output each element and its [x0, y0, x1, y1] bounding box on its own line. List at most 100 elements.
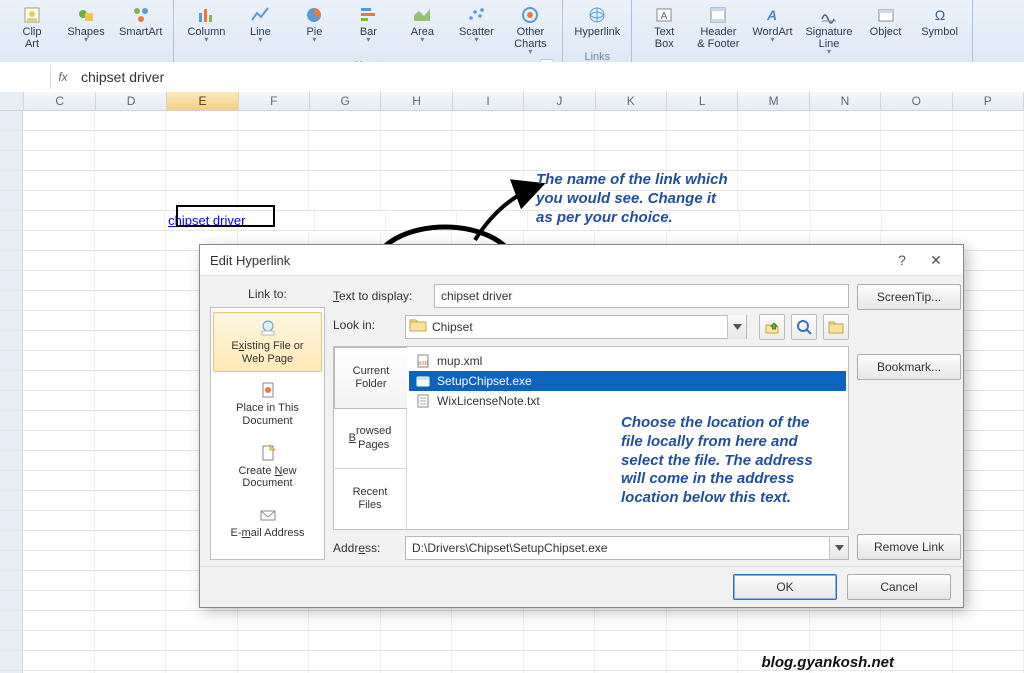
cell[interactable]: [738, 611, 809, 630]
formula-input[interactable]: chipset driver: [75, 62, 1024, 92]
cell[interactable]: [667, 171, 738, 190]
cell[interactable]: [95, 451, 166, 470]
cell[interactable]: [524, 651, 595, 670]
cell[interactable]: [23, 231, 94, 250]
cell[interactable]: [738, 171, 809, 190]
cell[interactable]: [166, 131, 237, 150]
cell[interactable]: [953, 151, 1024, 170]
cell[interactable]: [238, 191, 309, 210]
cell[interactable]: [23, 511, 94, 530]
cell[interactable]: [238, 631, 309, 650]
cell[interactable]: [23, 351, 94, 370]
cell[interactable]: [595, 111, 666, 130]
wordart-button[interactable]: AWordArt▾: [746, 2, 798, 46]
cell[interactable]: [953, 111, 1024, 130]
hyperlink-button[interactable]: Hyperlink: [569, 2, 625, 49]
cell[interactable]: [881, 191, 952, 210]
cell[interactable]: [309, 131, 380, 150]
row-header[interactable]: [0, 431, 23, 450]
cell[interactable]: [309, 111, 380, 130]
cell[interactable]: [238, 651, 309, 670]
cell[interactable]: [452, 631, 523, 650]
cell[interactable]: [23, 491, 94, 510]
cell[interactable]: [381, 191, 452, 210]
cell[interactable]: [23, 131, 94, 150]
cell[interactable]: [244, 211, 315, 230]
cell[interactable]: [381, 651, 452, 670]
column-header-F[interactable]: F: [239, 92, 310, 110]
cell[interactable]: [381, 151, 452, 170]
cell[interactable]: [23, 651, 94, 670]
area-chart-button[interactable]: Area▾: [396, 2, 448, 46]
shapes-button[interactable]: Shapes▾: [60, 2, 112, 46]
cell[interactable]: [23, 431, 94, 450]
cell[interactable]: [953, 611, 1024, 630]
row-header[interactable]: [0, 371, 23, 390]
cell[interactable]: [738, 151, 809, 170]
cell[interactable]: [667, 111, 738, 130]
cell[interactable]: [309, 171, 380, 190]
row-header[interactable]: [0, 171, 23, 190]
row-header[interactable]: [0, 391, 23, 410]
cell[interactable]: [810, 131, 881, 150]
cell[interactable]: [95, 251, 166, 270]
cell[interactable]: [452, 131, 523, 150]
column-chart-button[interactable]: Column▾: [180, 2, 232, 46]
cell[interactable]: [452, 151, 523, 170]
cell[interactable]: [953, 631, 1024, 650]
clip-art-button[interactable]: Clip Art: [6, 2, 58, 61]
column-header-E[interactable]: E: [167, 92, 238, 110]
cell[interactable]: [95, 431, 166, 450]
text-to-display-input[interactable]: chipset driver: [434, 284, 849, 308]
cell[interactable]: [881, 171, 952, 190]
row-header[interactable]: [0, 291, 23, 310]
cell[interactable]: [457, 211, 528, 230]
cell[interactable]: [953, 651, 1024, 670]
cell[interactable]: [166, 651, 237, 670]
cell[interactable]: [23, 311, 94, 330]
cell[interactable]: [23, 611, 94, 630]
file-row[interactable]: WixLicenseNote.txt: [409, 391, 846, 411]
row-header[interactable]: [0, 111, 23, 130]
row-header[interactable]: [0, 491, 23, 510]
cell[interactable]: [452, 611, 523, 630]
linkto-place-in-doc[interactable]: Place in This Document: [213, 374, 322, 434]
cell[interactable]: [381, 631, 452, 650]
cell[interactable]: [740, 211, 811, 230]
column-header-C[interactable]: C: [24, 92, 95, 110]
cell[interactable]: [23, 291, 94, 310]
cell[interactable]: [95, 331, 166, 350]
cell[interactable]: [953, 131, 1024, 150]
cell[interactable]: [810, 151, 881, 170]
cell[interactable]: [166, 631, 237, 650]
scatter-chart-button[interactable]: Scatter▾: [450, 2, 502, 46]
cell[interactable]: [166, 111, 237, 130]
address-dropdown-arrow[interactable]: [829, 537, 848, 559]
cell[interactable]: [810, 171, 881, 190]
column-header-P[interactable]: P: [953, 92, 1024, 110]
look-in-dropdown-arrow[interactable]: [727, 315, 746, 339]
cell[interactable]: [881, 631, 952, 650]
cell[interactable]: [381, 171, 452, 190]
cell[interactable]: [738, 631, 809, 650]
cell[interactable]: [452, 191, 523, 210]
cell[interactable]: [23, 191, 94, 210]
row-header[interactable]: [0, 511, 23, 530]
cell[interactable]: [23, 271, 94, 290]
row-header[interactable]: [0, 471, 23, 490]
smartart-button[interactable]: SmartArt: [114, 2, 167, 49]
cell[interactable]: [386, 211, 457, 230]
signature-line-button[interactable]: Signature Line▾: [800, 2, 857, 58]
linkto-create-new-doc[interactable]: Create New Document: [213, 437, 322, 497]
cell[interactable]: [315, 211, 386, 230]
cell[interactable]: [667, 151, 738, 170]
cell[interactable]: [23, 331, 94, 350]
cell[interactable]: [528, 211, 599, 230]
column-header-G[interactable]: G: [310, 92, 381, 110]
row-header[interactable]: [0, 191, 23, 210]
column-header-I[interactable]: I: [453, 92, 524, 110]
cell[interactable]: [309, 651, 380, 670]
cell[interactable]: [23, 571, 94, 590]
cell[interactable]: [23, 251, 94, 270]
row-header[interactable]: [0, 451, 23, 470]
